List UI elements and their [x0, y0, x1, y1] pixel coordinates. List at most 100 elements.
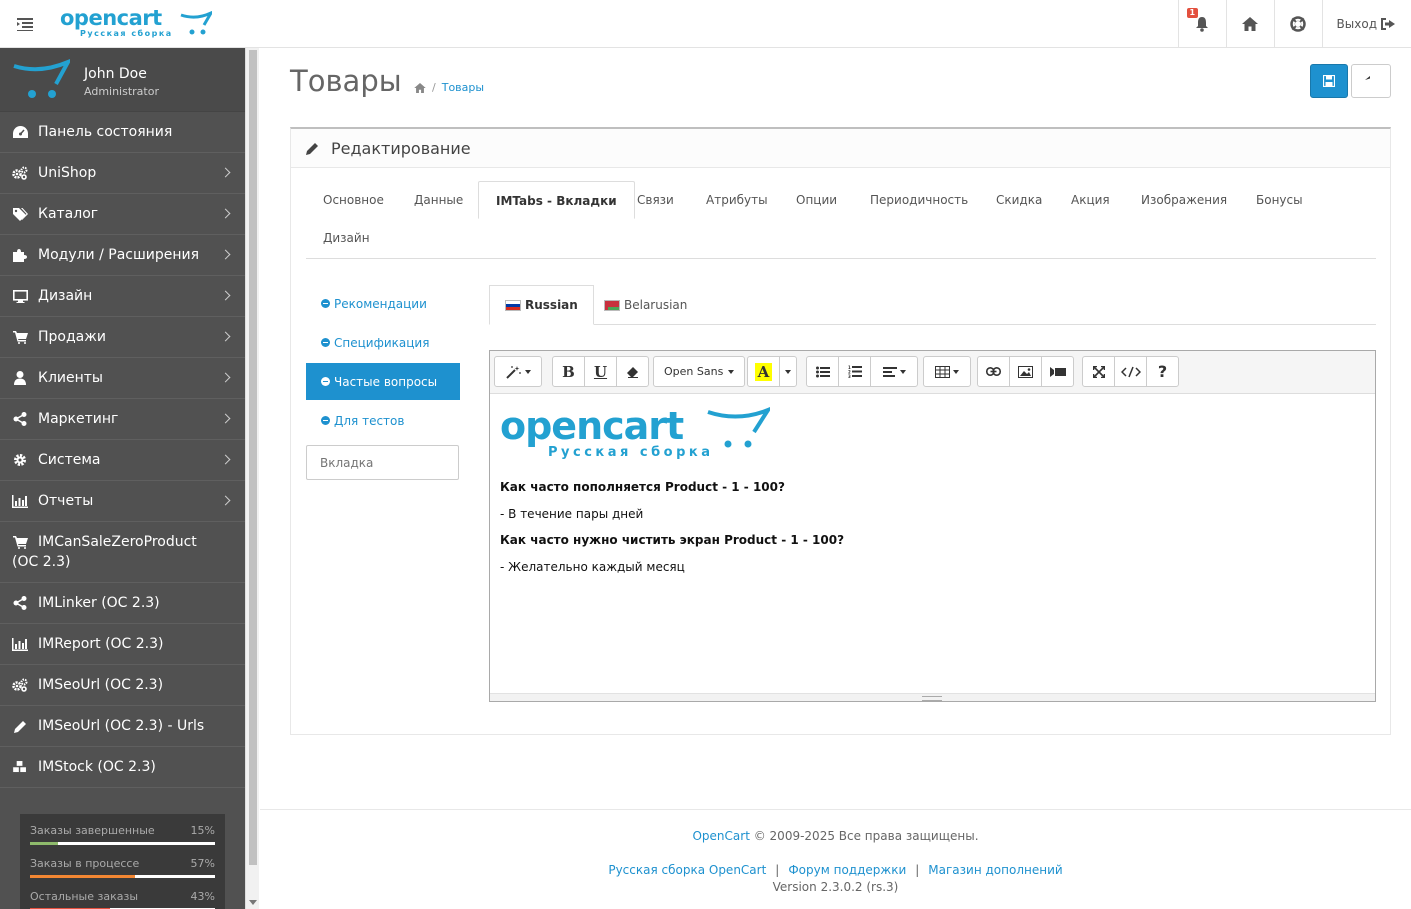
- stat-label: Заказы в процессе: [30, 857, 140, 870]
- video-button[interactable]: [1041, 356, 1074, 387]
- underline-button[interactable]: U: [584, 356, 617, 387]
- footer-link-extensions-store[interactable]: Магазин дополнений: [928, 863, 1062, 877]
- tab-language-russian[interactable]: Russian: [489, 285, 594, 325]
- sidebar-item-10[interactable]: IMCanSaleZeroProduct (OC 2.3): [0, 522, 245, 583]
- code-view-button[interactable]: [1114, 356, 1147, 387]
- sidebar-item-label: Система: [38, 452, 101, 468]
- new-tab-input[interactable]: [306, 445, 459, 480]
- scrollbar-thumb[interactable]: [249, 50, 257, 865]
- vertical-tabs: Рекомендации Спецификация Частые вопросы Дл…: [306, 285, 460, 480]
- scroll-down-arrow[interactable]: [249, 900, 257, 905]
- tab-1[interactable]: Данные: [397, 181, 480, 219]
- sidebar-item-11[interactable]: IMLinker (OC 2.3): [0, 583, 245, 624]
- help-button[interactable]: ?: [1146, 356, 1179, 387]
- tab-5[interactable]: Опции: [779, 181, 854, 219]
- footer-link-support-forum[interactable]: Форум поддержки: [788, 863, 906, 877]
- table-button[interactable]: [923, 356, 971, 387]
- style-button[interactable]: [494, 356, 542, 387]
- vertical-tab-0[interactable]: Рекомендации: [306, 285, 460, 322]
- tab-0[interactable]: Основное: [306, 181, 401, 219]
- code-icon: [1120, 366, 1141, 377]
- sidebar-item-6[interactable]: Клиенты: [0, 358, 245, 399]
- notifications-button[interactable]: 1: [1177, 0, 1226, 48]
- sidebar-item-14[interactable]: IMSeoUrl (OC 2.3) - Urls: [0, 706, 245, 747]
- vertical-tab-3[interactable]: Для тестов: [306, 402, 460, 439]
- stat-progress-fill: [30, 875, 136, 878]
- sidebar-item-4[interactable]: Дизайн: [0, 276, 245, 317]
- panel-heading: Редактирование: [291, 129, 1390, 168]
- tab-9[interactable]: Изображения: [1124, 181, 1244, 219]
- align-left-icon: [882, 366, 897, 377]
- vertical-tab-2[interactable]: Частые вопросы: [306, 363, 460, 400]
- breadcrumb-item[interactable]: Товары: [442, 81, 484, 94]
- minus-circle-icon[interactable]: [321, 299, 330, 308]
- home-icon[interactable]: [414, 82, 426, 93]
- user-profile[interactable]: John Doe Administrator: [0, 48, 245, 112]
- unordered-list-button[interactable]: [806, 356, 839, 387]
- sidebar-item-13[interactable]: IMSeoUrl (OC 2.3): [0, 665, 245, 706]
- sidebar-item-7[interactable]: Маркетинг: [0, 399, 245, 440]
- logout-button[interactable]: Выход: [1321, 0, 1411, 48]
- minus-circle-icon[interactable]: [321, 377, 330, 386]
- desktop-icon: [12, 289, 28, 303]
- fullscreen-button[interactable]: [1082, 356, 1115, 387]
- sidebar-item-2[interactable]: Каталог: [0, 194, 245, 235]
- tab-8[interactable]: Акция: [1054, 181, 1127, 219]
- svg-text:3: 3: [848, 374, 851, 378]
- link-button[interactable]: [977, 356, 1010, 387]
- sidebar-item-5[interactable]: Продажи: [0, 317, 245, 358]
- color-dropdown-button[interactable]: [779, 356, 797, 387]
- tab-3[interactable]: Связи: [620, 181, 691, 219]
- tab-6[interactable]: Периодичность: [853, 181, 985, 219]
- menu-toggle-button[interactable]: [0, 0, 50, 48]
- tab-language-belarusian[interactable]: Belarusian: [589, 285, 702, 325]
- editor-resize-handle[interactable]: [490, 693, 1375, 701]
- minus-circle-icon[interactable]: [321, 416, 330, 425]
- sidebar-item-3[interactable]: Модули / Расширения: [0, 235, 245, 276]
- sidebar-item-8[interactable]: Система: [0, 440, 245, 481]
- stat-value: 43%: [190, 890, 215, 903]
- home-button[interactable]: [1225, 0, 1274, 48]
- life-ring-icon: [1290, 16, 1306, 32]
- tab-7[interactable]: Скидка: [979, 181, 1059, 219]
- tags-icon: [12, 207, 28, 221]
- paragraph-align-button[interactable]: [870, 356, 918, 387]
- sidebar-item-label: Модули / Расширения: [38, 247, 200, 263]
- help-button[interactable]: [1273, 0, 1322, 48]
- tab-4[interactable]: Атрибуты: [689, 181, 785, 219]
- sidebar-scrollbar[interactable]: [245, 48, 259, 909]
- opencart-logo[interactable]: opencart Русская сборка: [60, 7, 212, 41]
- vertical-tab-1[interactable]: Спецификация: [306, 324, 460, 361]
- clear-format-button[interactable]: [616, 356, 649, 387]
- sidebar-item-15[interactable]: IMStock (OC 2.3): [0, 747, 245, 788]
- footer-link-russian-build[interactable]: Русская сборка OpenCart: [608, 863, 766, 877]
- ordered-list-button[interactable]: 123: [838, 356, 871, 387]
- editor-content[interactable]: opencart Русская сборка Как часто пополн…: [490, 394, 1375, 692]
- home-icon: [1242, 17, 1259, 31]
- sidebar-item-0[interactable]: Панель состояния: [0, 112, 245, 153]
- sidebar-item-12[interactable]: IMReport (OC 2.3): [0, 624, 245, 665]
- image-button[interactable]: [1009, 356, 1042, 387]
- tab-11[interactable]: Дизайн: [306, 219, 387, 257]
- minus-circle-icon[interactable]: [321, 338, 330, 347]
- sidebar-item-1[interactable]: UniShop: [0, 153, 245, 194]
- stat-row: Заказы в процессе 57%: [30, 857, 215, 878]
- rich-text-editor[interactable]: B U Open Sans A 1 2 3 ? opencart Русская…: [489, 350, 1376, 702]
- back-button[interactable]: [1351, 64, 1391, 98]
- sidebar-item-9[interactable]: Отчеты: [0, 481, 245, 522]
- expand-icon: [1092, 365, 1105, 378]
- profile-name: John Doe: [84, 66, 147, 82]
- tab-10[interactable]: Бонусы: [1239, 181, 1320, 219]
- order-stats: Заказы завершенные 15% Заказы в процессе 57…: [20, 814, 225, 909]
- pencil-icon: [306, 142, 318, 155]
- bold-button[interactable]: B: [552, 356, 585, 387]
- save-button[interactable]: [1310, 64, 1348, 98]
- font-color-icon: A: [754, 362, 773, 381]
- opencart-link[interactable]: OpenCart: [692, 829, 749, 843]
- font-family-select[interactable]: Open Sans: [653, 356, 746, 387]
- text-color-button[interactable]: A: [747, 356, 780, 387]
- opencart-logo-image: opencart Русская сборка: [500, 406, 780, 466]
- cart-logo-icon: [707, 407, 770, 448]
- tab-2[interactable]: IMTabs - Вкладки: [478, 181, 635, 219]
- cart-avatar-icon: [13, 58, 70, 98]
